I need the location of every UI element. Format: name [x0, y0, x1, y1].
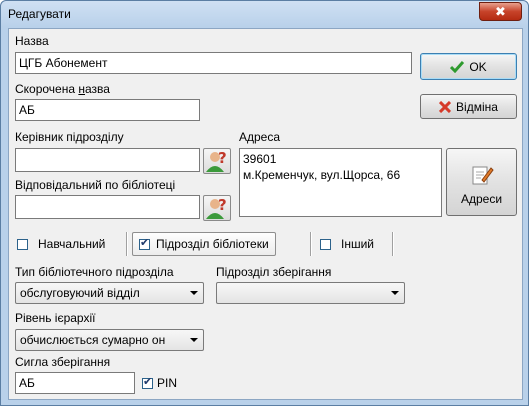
unit-type-value: обслуговуючий відділ [20, 286, 140, 300]
svg-text:?: ? [218, 149, 227, 167]
tab-library-unit[interactable]: Підрозділ бібліотеки [132, 232, 276, 256]
tab-other[interactable]: Інший [320, 232, 374, 256]
tab-other-label: Інший [341, 237, 374, 251]
dialog-body: Назва ЦГБ Абонемент OK Відміна Скорочена… [8, 28, 523, 400]
tab-separator [392, 232, 393, 256]
address-field[interactable]: 39601 м.Кременчук, вул.Щорса, 66 [239, 148, 442, 217]
storage-sigla-field[interactable]: АБ [15, 372, 135, 394]
chevron-down-icon [391, 291, 399, 295]
svg-text:?: ? [218, 196, 227, 214]
name-field[interactable]: ЦГБ Абонемент [15, 52, 412, 74]
addresses-button[interactable]: Адреси [446, 148, 517, 216]
name-label: Назва [15, 34, 49, 48]
head-label: Керівник підрозділу [15, 130, 124, 144]
edit-document-icon [472, 166, 494, 185]
chevron-down-icon [190, 338, 198, 342]
tab-separator [310, 232, 311, 256]
short-name-field[interactable]: АБ [15, 99, 200, 121]
library-unit-checkbox[interactable] [139, 236, 150, 250]
close-button[interactable]: ✖ [479, 2, 522, 21]
addresses-label: Адреси [460, 192, 503, 206]
title-bar[interactable]: Редагувати ✖ [1, 1, 528, 27]
pin-checkbox[interactable] [142, 375, 153, 389]
person-question-icon: ? [206, 149, 227, 172]
hierarchy-level-select[interactable]: обчислюється сумарно он [15, 329, 204, 351]
responsible-label: Відповідальний по бібліотеці [15, 178, 176, 192]
select-head-button[interactable]: ? [203, 148, 231, 174]
tab-separator [126, 232, 127, 256]
hierarchy-level-label: Рівень ієрархії [15, 311, 96, 325]
unit-type-select[interactable]: обслуговуючий відділ [15, 282, 204, 304]
educational-checkbox[interactable] [17, 238, 28, 250]
hierarchy-level-value: обчислюється сумарно он [20, 333, 166, 347]
cancel-button[interactable]: Відміна [420, 94, 517, 119]
pin-checkbox-group[interactable]: PIN [142, 375, 178, 390]
pin-label: PIN [157, 376, 178, 390]
head-field[interactable] [15, 148, 200, 172]
cancel-label: Відміна [456, 99, 498, 114]
short-name-label: Скорочена назва [15, 82, 110, 96]
address-label: Адреса [239, 130, 281, 144]
tab-library-unit-label: Підрозділ бібліотеки [156, 237, 269, 251]
edit-dialog: Редагувати ✖ Назва ЦГБ Абонемент OK Відм… [0, 0, 529, 406]
tab-educational[interactable]: Навчальний [17, 232, 105, 256]
chevron-down-icon [190, 291, 198, 295]
person-question-icon: ? [206, 196, 227, 219]
tab-educational-label: Навчальний [38, 237, 106, 251]
unit-type-label: Тип бібліотечного підрозділа [15, 265, 174, 279]
responsible-field[interactable] [15, 195, 200, 219]
cancel-x-icon [439, 100, 452, 113]
ok-button[interactable]: OK [420, 53, 517, 80]
window-title: Редагувати [8, 7, 71, 21]
checkmark-icon [450, 60, 465, 73]
select-responsible-button[interactable]: ? [203, 195, 231, 221]
storage-sigla-label: Сигла зберігання [15, 355, 111, 369]
storage-unit-select[interactable] [216, 282, 405, 304]
storage-unit-label: Підрозділ зберігання [216, 265, 332, 279]
ok-label: OK [469, 59, 487, 74]
other-checkbox[interactable] [320, 238, 331, 250]
